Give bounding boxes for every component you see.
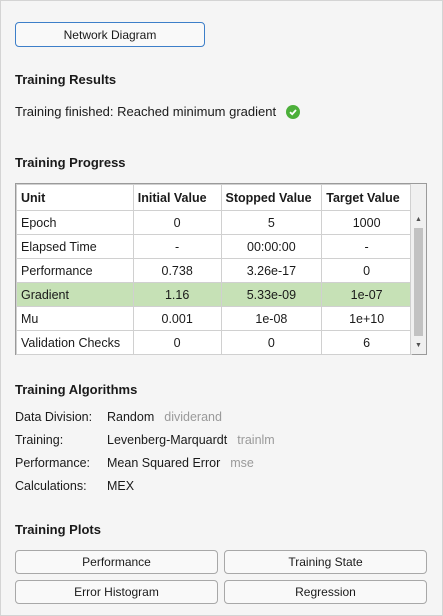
training-plots-heading: Training Plots	[15, 522, 101, 537]
training-results-heading: Training Results	[15, 72, 117, 87]
training-progress-table: Unit Initial Value Stopped Value Target …	[15, 183, 427, 355]
algorithm-row: Performance: Mean Squared Error mse	[15, 456, 254, 470]
row-unit: Validation Checks	[16, 330, 134, 355]
row-target: 1e+10	[321, 306, 412, 331]
algorithm-value: Levenberg-Marquardt	[107, 433, 228, 447]
algorithm-row: Calculations: MEX	[15, 479, 144, 493]
training-status: Training finished: Reached minimum gradi…	[15, 104, 301, 119]
row-stopped: 3.26e-17	[220, 258, 323, 283]
row-target: 0	[321, 258, 412, 283]
row-target: 1000	[321, 210, 412, 235]
col-header-initial: Initial Value	[132, 184, 222, 211]
col-header-target: Target Value	[321, 184, 412, 211]
row-unit: Mu	[16, 306, 134, 331]
row-unit: Elapsed Time	[16, 234, 134, 259]
table-row: Mu 0.001 1e-08 1e+10	[16, 306, 412, 331]
algorithm-value: MEX	[107, 479, 135, 493]
table-row-highlighted: Gradient 1.16 5.33e-09 1e-07	[16, 282, 412, 307]
table-row: Elapsed Time - 00:00:00 -	[16, 234, 412, 259]
algorithm-value: Random	[107, 410, 155, 424]
row-unit: Performance	[16, 258, 134, 283]
error-histogram-plot-button[interactable]: Error Histogram	[15, 580, 218, 604]
row-stopped: 00:00:00	[220, 234, 323, 259]
row-initial: 1.16	[132, 282, 222, 307]
algorithm-key: Calculations:	[15, 479, 87, 493]
row-initial: 0	[132, 210, 222, 235]
scroll-up-icon[interactable]: ▲	[411, 214, 426, 226]
algorithm-function: mse	[230, 456, 254, 470]
scroll-down-icon[interactable]: ▼	[411, 340, 426, 352]
col-header-stopped: Stopped Value	[220, 184, 323, 211]
row-stopped: 1e-08	[220, 306, 323, 331]
col-header-unit: Unit	[16, 184, 134, 211]
regression-plot-button[interactable]: Regression	[224, 580, 427, 604]
row-initial: 0.738	[132, 258, 222, 283]
table-row: Epoch 0 5 1000	[16, 210, 412, 235]
table-row: Performance 0.738 3.26e-17 0	[16, 258, 412, 283]
algorithm-key: Performance:	[15, 456, 91, 470]
training-status-text: Training finished: Reached minimum gradi…	[15, 104, 277, 119]
training-progress-heading: Training Progress	[15, 155, 126, 170]
algorithm-row: Data Division: Random dividerand	[15, 410, 222, 424]
check-circle-icon	[286, 104, 301, 119]
row-unit: Gradient	[16, 282, 134, 307]
table-scrollbar[interactable]: ▲ ▼	[410, 184, 426, 354]
table-row: Validation Checks 0 0 6	[16, 330, 412, 355]
algorithm-key: Training:	[15, 433, 64, 447]
training-algorithms-heading: Training Algorithms	[15, 382, 138, 397]
training-panel: Network Diagram Training Results Trainin…	[0, 0, 443, 616]
row-target: -	[321, 234, 412, 259]
algorithm-function: dividerand	[164, 410, 222, 424]
row-unit: Epoch	[16, 210, 134, 235]
row-stopped: 0	[220, 330, 323, 355]
row-initial: 0	[132, 330, 222, 355]
algorithm-key: Data Division:	[15, 410, 93, 424]
algorithm-row: Training: Levenberg-Marquardt trainlm	[15, 433, 275, 447]
row-target: 1e-07	[321, 282, 412, 307]
row-target: 6	[321, 330, 412, 355]
algorithm-value: Mean Squared Error	[107, 456, 221, 470]
algorithm-function: trainlm	[237, 433, 275, 447]
row-stopped: 5.33e-09	[220, 282, 323, 307]
row-initial: -	[132, 234, 222, 259]
training-state-plot-button[interactable]: Training State	[224, 550, 427, 574]
scrollbar-thumb[interactable]	[414, 228, 423, 336]
row-initial: 0.001	[132, 306, 222, 331]
row-stopped: 5	[220, 210, 323, 235]
performance-plot-button[interactable]: Performance	[15, 550, 218, 574]
network-diagram-button[interactable]: Network Diagram	[15, 22, 205, 47]
